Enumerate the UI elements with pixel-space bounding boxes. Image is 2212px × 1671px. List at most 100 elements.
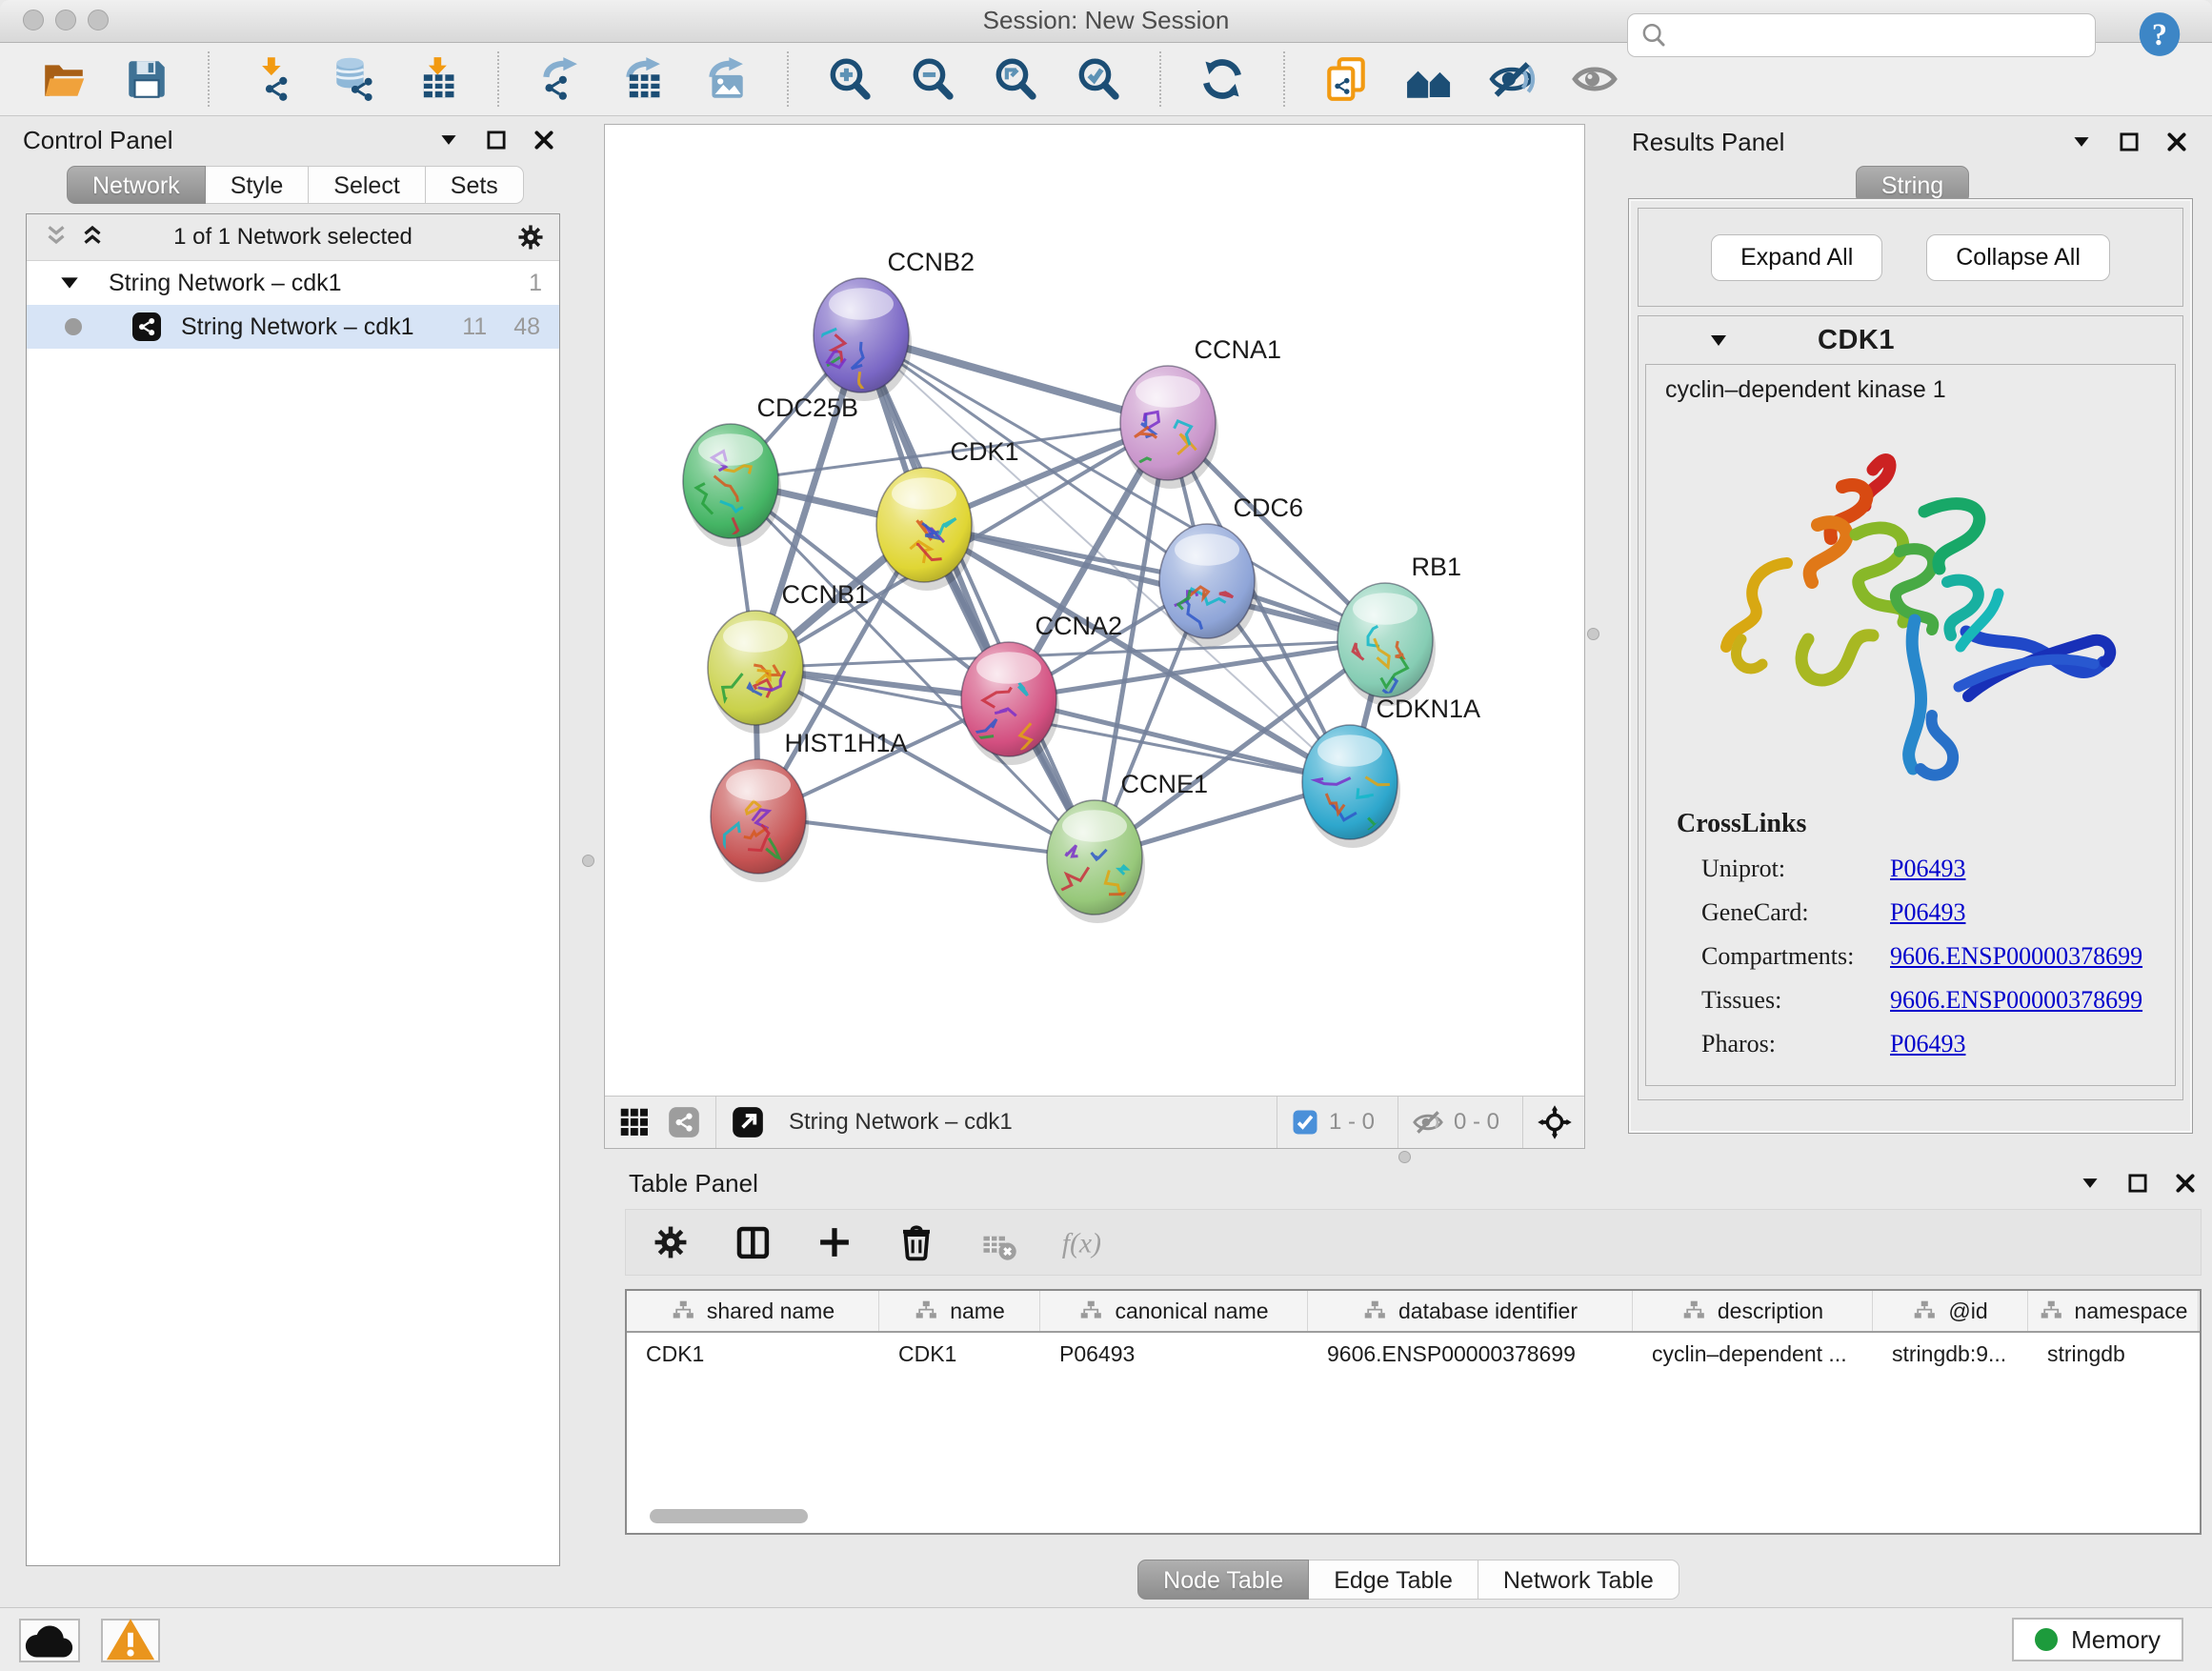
network-node-CDC25B[interactable]: CDC25B (683, 393, 858, 555)
panel-float-icon[interactable] (484, 128, 509, 152)
tab-select[interactable]: Select (309, 166, 425, 204)
tab-network-table[interactable]: Network Table (1478, 1560, 1679, 1600)
network-node-CCNB1[interactable]: CCNB1 (708, 580, 869, 734)
open-in-window-icon[interactable] (730, 1104, 766, 1140)
table-settings-icon[interactable] (651, 1222, 691, 1262)
duplicate-network-icon[interactable] (1322, 55, 1370, 103)
network-node-HIST1H1A[interactable]: HIST1H1A (711, 729, 908, 882)
crosslink-link[interactable]: P06493 (1890, 855, 1965, 883)
table-cell[interactable]: stringdb:9... (1873, 1341, 2028, 1367)
toggle-columns-icon[interactable] (733, 1222, 773, 1262)
show-all-icon[interactable] (1571, 55, 1619, 103)
export-image-icon[interactable] (702, 55, 750, 103)
section-collapse-icon[interactable] (1707, 329, 1730, 352)
column-header--id[interactable]: @id (1873, 1291, 2028, 1331)
panel-float-icon[interactable] (2125, 1171, 2150, 1196)
left-splitter-handle[interactable] (582, 855, 594, 867)
gene-description: cyclin–dependent kinase 1 (1646, 365, 2175, 404)
tab-edge-table[interactable]: Edge Table (1309, 1560, 1478, 1600)
zoom-out-icon[interactable] (909, 55, 956, 103)
search-box[interactable] (1627, 13, 2096, 57)
expand-all-button[interactable]: Expand All (1711, 234, 1882, 281)
table-row[interactable]: CDK1CDK1P064939606.ENSP00000378699cyclin… (627, 1333, 2200, 1375)
refresh-layout-icon[interactable] (1198, 55, 1246, 103)
crosslink-link[interactable]: P06493 (1890, 1030, 1965, 1058)
crosslink-label: Compartments: (1701, 942, 1890, 971)
bottom-splitter-handle[interactable] (1398, 1151, 1411, 1163)
tab-style[interactable]: Style (206, 166, 310, 204)
crosslink-link[interactable]: P06493 (1890, 898, 1965, 927)
svg-text:CDK1: CDK1 (951, 437, 1019, 466)
results-panel-title: Results Panel (1632, 128, 1784, 157)
save-session-icon[interactable] (123, 55, 171, 103)
create-column-icon[interactable] (814, 1222, 855, 1262)
collapse-all-button[interactable]: Collapse All (1926, 234, 2110, 281)
tab-node-table[interactable]: Node Table (1137, 1560, 1309, 1600)
column-header-namespace[interactable]: namespace (2028, 1291, 2199, 1331)
crosslink-link[interactable]: 9606.ENSP00000378699 (1890, 986, 2142, 1015)
right-splitter-handle[interactable] (1587, 628, 1599, 640)
column-header-shared-name[interactable]: shared name (627, 1291, 879, 1331)
network-node-CCNE1[interactable]: CCNE1 (1047, 770, 1208, 923)
network-node-CCNB2[interactable]: CCNB2 (805, 248, 975, 401)
table-cell[interactable]: cyclin–dependent ... (1633, 1341, 1873, 1367)
table-cell[interactable]: 9606.ENSP00000378699 (1308, 1341, 1633, 1367)
open-session-icon[interactable] (40, 55, 88, 103)
delete-column-icon[interactable] (896, 1222, 936, 1262)
export-table-icon[interactable] (619, 55, 667, 103)
panel-menu-icon[interactable] (2069, 130, 2094, 154)
network-options-gear-icon[interactable] (515, 222, 546, 252)
help-button[interactable]: ? (2136, 10, 2187, 62)
tab-sets[interactable]: Sets (426, 166, 524, 204)
collection-expand-icon[interactable] (55, 269, 84, 297)
network-node-CCNA1[interactable]: CCNA1 (1120, 335, 1281, 489)
grid-view-icon[interactable] (616, 1104, 653, 1140)
table-panel-title: Table Panel (629, 1169, 758, 1198)
zoom-in-icon[interactable] (826, 55, 874, 103)
crosslink-link[interactable]: 9606.ENSP00000378699 (1890, 942, 2142, 971)
panel-menu-icon[interactable] (436, 128, 461, 152)
crosslink-row: GeneCard:P06493 (1677, 898, 2160, 927)
column-header-name[interactable]: name (879, 1291, 1040, 1331)
tab-network[interactable]: Network (67, 166, 206, 204)
network-collection-row[interactable]: String Network – cdk1 1 (27, 261, 559, 305)
table-cell[interactable]: stringdb (2028, 1341, 2199, 1367)
node-table[interactable]: shared namenamecanonical namedatabase id… (625, 1289, 2202, 1535)
toolbar-separator (497, 51, 499, 107)
panel-menu-icon[interactable] (2078, 1171, 2102, 1196)
column-header-canonical-name[interactable]: canonical name (1040, 1291, 1308, 1331)
network-row[interactable]: String Network – cdk1 11 48 (27, 305, 559, 349)
zoom-selected-icon[interactable] (1075, 55, 1122, 103)
import-table-icon[interactable] (412, 55, 460, 103)
network-node-CDC6[interactable]: CDC6 (1159, 493, 1303, 647)
network-node-RB1[interactable]: RB1 (1337, 553, 1461, 706)
import-database-icon[interactable] (330, 55, 377, 103)
network-list-box: 1 of 1 Network selected String Network –… (26, 213, 560, 1566)
network-canvas[interactable]: CCNB2 CCNA1 CDC25B CDK1 CDC6 RB1 CCNB1 (605, 125, 1584, 1095)
import-network-icon[interactable] (247, 55, 294, 103)
panel-float-icon[interactable] (2117, 130, 2142, 154)
network-edge-count: 48 (513, 313, 540, 341)
export-network-icon[interactable] (536, 55, 584, 103)
search-input[interactable] (1678, 21, 2083, 50)
table-horizontal-scrollbar[interactable] (650, 1509, 808, 1523)
hide-selected-icon[interactable] (1488, 55, 1536, 103)
string-view-icon[interactable] (666, 1104, 702, 1140)
table-cell[interactable]: CDK1 (879, 1341, 1040, 1367)
column-header-description[interactable]: description (1633, 1291, 1873, 1331)
network-node-CDKN1A[interactable]: CDKN1A (1302, 695, 1480, 848)
panel-close-icon[interactable] (532, 128, 556, 152)
hidden-eye-icon[interactable] (1412, 1106, 1444, 1138)
cloud-button[interactable] (19, 1619, 80, 1662)
panel-close-icon[interactable] (2173, 1171, 2198, 1196)
selected-checkbox-icon[interactable] (1291, 1108, 1319, 1137)
column-header-database-identifier[interactable]: database identifier (1308, 1291, 1633, 1331)
panel-close-icon[interactable] (2164, 130, 2189, 154)
table-cell[interactable]: P06493 (1040, 1341, 1308, 1367)
table-cell[interactable]: CDK1 (627, 1341, 879, 1367)
memory-button[interactable]: Memory (2012, 1618, 2183, 1661)
zoom-fit-icon[interactable] (992, 55, 1039, 103)
birds-eye-view-icon[interactable] (1537, 1104, 1573, 1140)
warnings-button[interactable] (101, 1619, 160, 1662)
string-query-icon[interactable] (1405, 55, 1453, 103)
